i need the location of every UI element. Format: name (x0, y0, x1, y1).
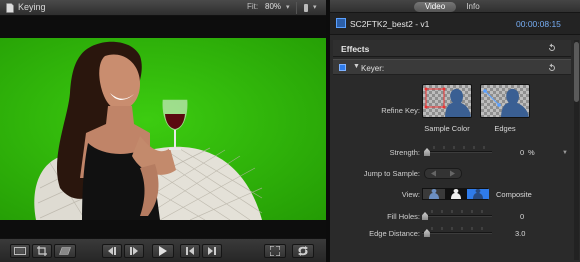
play-button[interactable] (152, 244, 174, 258)
fill-holes-label: Fill Holes: (387, 212, 420, 221)
fill-holes-slider[interactable] (422, 210, 492, 222)
disclosure-triangle-icon[interactable]: ▼ (353, 63, 360, 70)
crop-icon (37, 246, 47, 256)
document-icon (6, 3, 14, 13)
previous-sample-button[interactable] (425, 169, 443, 178)
edges-caption: Edges (494, 124, 516, 133)
keyer-enable-checkbox[interactable] (339, 64, 346, 71)
play-around-icon (130, 247, 138, 255)
edge-distance-value[interactable]: 3.0 (515, 229, 525, 238)
layout-button[interactable] (10, 244, 30, 258)
loop-icon (298, 246, 308, 256)
inspector-panel: Video Info SC2FTK2_best2 - v1 00:00:08:1… (330, 0, 580, 262)
refine-key-label: Refine Key: (381, 106, 420, 115)
view-original-button[interactable] (467, 189, 489, 199)
play-icon (159, 246, 167, 256)
layout-icon (14, 247, 26, 255)
fit-label: Fit: (247, 2, 259, 11)
reset-arrow-icon[interactable] (547, 43, 557, 53)
view-composite-button[interactable] (423, 189, 445, 199)
next-frame-icon (208, 247, 216, 255)
collapse-arrow-icon[interactable]: ▼ (562, 150, 568, 156)
distort-icon (59, 247, 71, 255)
previous-frame-button[interactable] (180, 244, 200, 258)
fullscreen-button[interactable] (264, 244, 286, 258)
inspector-scrollbar[interactable] (574, 40, 579, 260)
viewer-title: Keying (18, 2, 46, 12)
keyer-label: Keyer: (361, 64, 385, 73)
video-frame[interactable] (0, 38, 326, 220)
view-label: View: (401, 190, 420, 199)
view-mode-value: Composite (496, 190, 532, 199)
distort-button[interactable] (54, 244, 76, 258)
edges-button[interactable] (480, 84, 530, 118)
viewer-header: Keying Fit: 80% ▾ ▾ (0, 0, 326, 16)
chevron-down-icon[interactable]: ▾ (286, 3, 290, 11)
play-around-button[interactable] (124, 244, 144, 258)
scrollbar-thumb[interactable] (574, 42, 579, 102)
reset-arrow-icon[interactable] (547, 63, 557, 73)
strength-value[interactable]: 0 (520, 148, 524, 157)
strength-unit: % (528, 148, 535, 157)
letterbox-bottom (0, 220, 326, 238)
chevron-down-icon[interactable]: ▾ (313, 3, 317, 11)
edge-distance-slider[interactable] (422, 227, 492, 239)
edge-distance-label: Edge Distance: (369, 229, 420, 238)
sample-color-caption: Sample Color (424, 124, 470, 133)
clip-timecode: 00:00:08:15 (516, 19, 561, 29)
fill-holes-value[interactable]: 0 (520, 212, 524, 221)
crop-button[interactable] (32, 244, 52, 258)
effects-section-header: Effects (333, 40, 571, 57)
video-image (0, 38, 326, 220)
next-sample-button[interactable] (443, 169, 461, 178)
viewer-toolbar (0, 238, 326, 262)
view-matte-button[interactable] (445, 189, 467, 199)
clip-icon (336, 18, 346, 28)
clip-name: SC2FTK2_best2 - v1 (350, 19, 430, 29)
letterbox-top (0, 16, 326, 38)
strength-slider[interactable] (424, 146, 492, 158)
keyer-effect-header: ▼ Keyer: (333, 59, 571, 75)
strength-label: Strength: (389, 148, 420, 157)
divider (296, 2, 297, 14)
effects-label: Effects (341, 44, 370, 54)
jump-to-sample-label: Jump to Sample: (363, 169, 420, 178)
previous-frame-icon (186, 247, 194, 255)
sample-color-button[interactable] (422, 84, 472, 118)
fullscreen-icon (270, 246, 280, 256)
edges-thumbnail (481, 85, 529, 117)
loop-button[interactable] (292, 244, 314, 258)
inspector-tab-bar: Video Info (330, 0, 580, 13)
jump-to-sample-control (424, 168, 462, 179)
previous-edit-button[interactable] (102, 244, 122, 258)
zoom-fit-menu[interactable]: 80% (265, 2, 281, 11)
clip-header: SC2FTK2_best2 - v1 00:00:08:15 (330, 13, 580, 35)
audio-meter-icon[interactable] (304, 4, 308, 12)
next-frame-button[interactable] (202, 244, 222, 258)
viewer-panel: Keying Fit: 80% ▾ ▾ (0, 0, 326, 262)
tab-info[interactable]: Info (460, 2, 486, 12)
previous-edit-icon (108, 247, 116, 255)
tab-video[interactable]: Video (414, 2, 456, 12)
sample-color-thumbnail (423, 85, 471, 117)
view-mode-selector (422, 188, 489, 200)
